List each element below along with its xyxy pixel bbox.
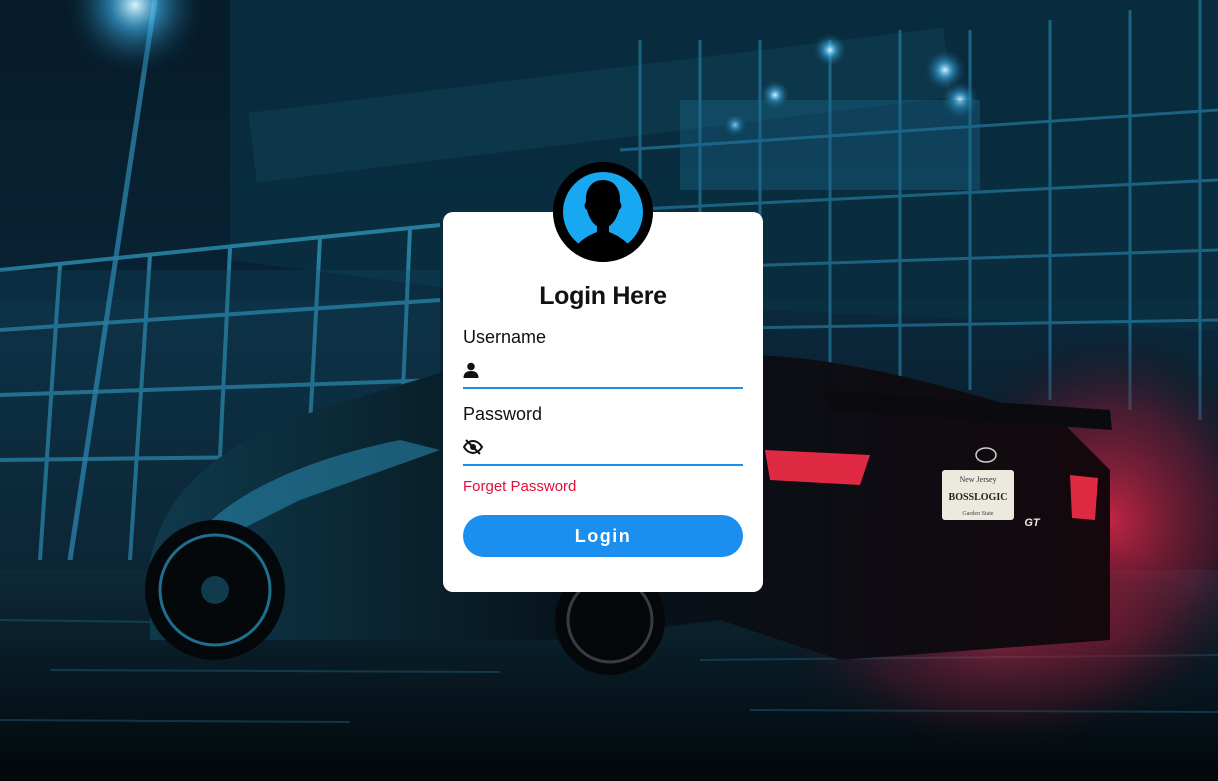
password-input[interactable] (489, 434, 739, 460)
car-badge-text: GT (1024, 517, 1041, 529)
login-button[interactable]: Login (463, 515, 743, 557)
password-field (463, 432, 743, 466)
page-title: Login Here (539, 282, 667, 310)
username-input[interactable] (489, 357, 739, 383)
password-label: Password (463, 404, 543, 424)
plate-number-text: BOSSLOGIC (949, 492, 1008, 503)
person-silhouette-icon (553, 162, 653, 262)
user-icon (463, 362, 479, 378)
username-field (463, 355, 743, 389)
login-card: Login Here Username Password Forget Pass… (443, 162, 763, 592)
username-label: Username (463, 327, 547, 347)
eye-slash-icon[interactable] (463, 439, 483, 455)
plate-motto-text: Garden State (962, 511, 993, 517)
plate-state-text: New Jersey (959, 475, 996, 484)
avatar-graphic (553, 162, 653, 262)
forgot-password-link[interactable]: Forget Password (463, 478, 576, 495)
